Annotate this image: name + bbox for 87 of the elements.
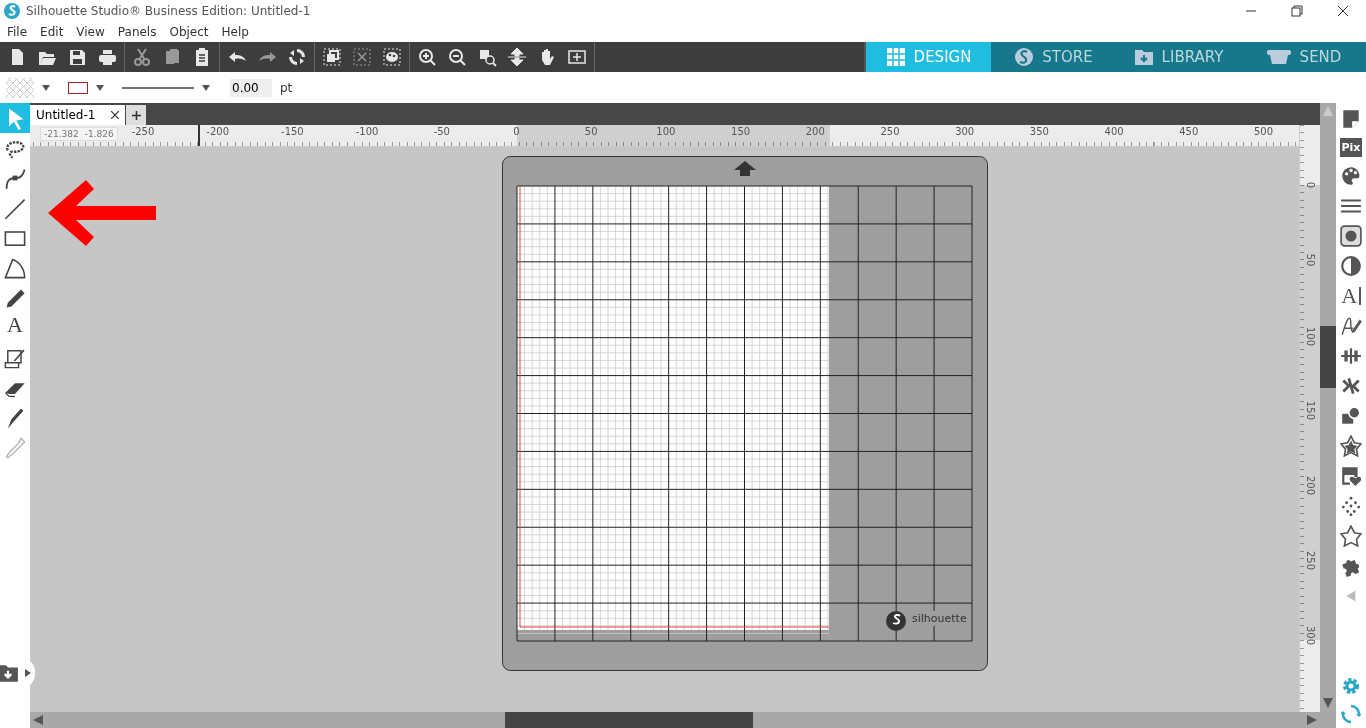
ruler-label: 350 (1029, 126, 1049, 137)
align-icon[interactable] (1340, 345, 1362, 367)
star-icon[interactable] (1340, 525, 1362, 547)
ruler-label: 50 (584, 126, 598, 137)
ruler-label: -250 (131, 126, 155, 137)
brand-label: silhouette (912, 612, 967, 625)
select-color-icon[interactable] (382, 47, 402, 67)
ruler-label: 50 (1304, 252, 1316, 268)
refresh-icon[interactable] (287, 47, 307, 67)
plus-icon (131, 110, 141, 120)
scroll-down-icon[interactable] (1323, 698, 1333, 708)
print-icon[interactable] (97, 47, 117, 67)
trace-icon[interactable] (1340, 225, 1362, 247)
ungroup-icon[interactable] (352, 47, 372, 67)
text-tool[interactable]: A (0, 313, 30, 343)
ruler-label: 100 (656, 126, 676, 137)
cutter-icon (1265, 47, 1292, 67)
zoom-out-icon[interactable] (447, 47, 467, 67)
new-tab-button[interactable] (126, 105, 147, 125)
scroll-right-icon[interactable] (1307, 715, 1317, 725)
heart-icon[interactable] (1340, 465, 1362, 487)
scroll-thumb[interactable] (1320, 326, 1336, 388)
unit-label: pt (280, 80, 293, 95)
grid-icon (885, 47, 906, 67)
ruler-label: -150 (281, 126, 304, 137)
logo-icon (886, 611, 906, 631)
dropdown-icon[interactable] (96, 83, 104, 92)
close-icon[interactable] (111, 111, 120, 119)
vertical-scrollbar[interactable] (1320, 103, 1336, 728)
dropdown-icon[interactable] (42, 83, 50, 92)
ruler-label: 150 (1304, 401, 1316, 418)
line-style-icon[interactable] (122, 85, 194, 90)
menu-item[interactable]: Object (162, 25, 215, 39)
dots-icon[interactable] (1340, 495, 1362, 517)
folder-icon (1133, 47, 1154, 67)
modify-icon[interactable] (1340, 405, 1362, 427)
ruler-label: -200 (206, 126, 230, 137)
ruler-label: 150 (731, 126, 751, 137)
horizontal-scrollbar[interactable] (30, 712, 1320, 728)
fit-icon[interactable] (567, 47, 587, 67)
logo-icon (1014, 47, 1035, 67)
ruler-label: -100 (355, 126, 379, 137)
app-logo-icon (4, 3, 20, 19)
ruler-label: 300 (955, 126, 975, 137)
ruler-label: 400 (1104, 126, 1124, 137)
line-width-field[interactable]: 0.00 (230, 78, 272, 97)
menu-item[interactable]: Help (214, 25, 255, 39)
ruler-label: 0 (1304, 180, 1316, 191)
cursor-y-reading: -1.826 (84, 129, 114, 139)
fill-pattern-swatch[interactable] (6, 77, 34, 98)
download-folder-icon (0, 662, 19, 684)
star-badge-icon[interactable] (1340, 435, 1362, 457)
ruler-label: 200 (805, 126, 825, 137)
zoom-select-icon[interactable] (477, 47, 497, 67)
scroll-thumb[interactable] (505, 712, 753, 728)
sync-icon[interactable] (1341, 704, 1361, 724)
ruler-label: 0 (513, 126, 520, 137)
line-color-swatch[interactable] (68, 81, 88, 94)
menu-item[interactable]: View (69, 25, 111, 39)
cursor-x-reading: -21.382 (44, 129, 79, 139)
up-arrow-icon (734, 161, 756, 176)
ruler-label: 200 (1304, 476, 1316, 493)
pixscan-icon[interactable]: Pix (1340, 138, 1362, 157)
sketch-icon[interactable] (1340, 315, 1362, 337)
window-title: Silhouette Studio® Business Edition: Untitled-1 (26, 4, 311, 18)
menu-item[interactable]: Panels (110, 25, 163, 39)
menu-item[interactable]: Edit (33, 25, 70, 39)
ruler-label: 450 (1179, 126, 1199, 137)
settings-icon[interactable] (1341, 676, 1361, 696)
ruler-label: 500 (1253, 126, 1274, 137)
cut-icon[interactable] (132, 47, 152, 67)
ruler-label: -50 (433, 126, 450, 137)
restore-icon[interactable] (1291, 5, 1303, 17)
move-icon[interactable] (507, 47, 527, 67)
dropdown-icon[interactable] (202, 83, 210, 92)
save-icon[interactable] (67, 47, 87, 67)
palette-icon[interactable] (1340, 165, 1362, 187)
menu-item[interactable]: File (0, 25, 34, 39)
zoom-in-icon[interactable] (417, 47, 437, 67)
ruler-label: 250 (880, 126, 900, 137)
close-icon[interactable] (1337, 5, 1349, 17)
contrast-icon[interactable] (1340, 255, 1362, 277)
scroll-left-icon[interactable] (33, 715, 43, 725)
group-icon[interactable] (322, 47, 342, 67)
document-tab[interactable]: Untitled-1 (30, 105, 126, 125)
replicate-icon[interactable] (1340, 375, 1362, 397)
page-icon[interactable] (1340, 108, 1362, 130)
